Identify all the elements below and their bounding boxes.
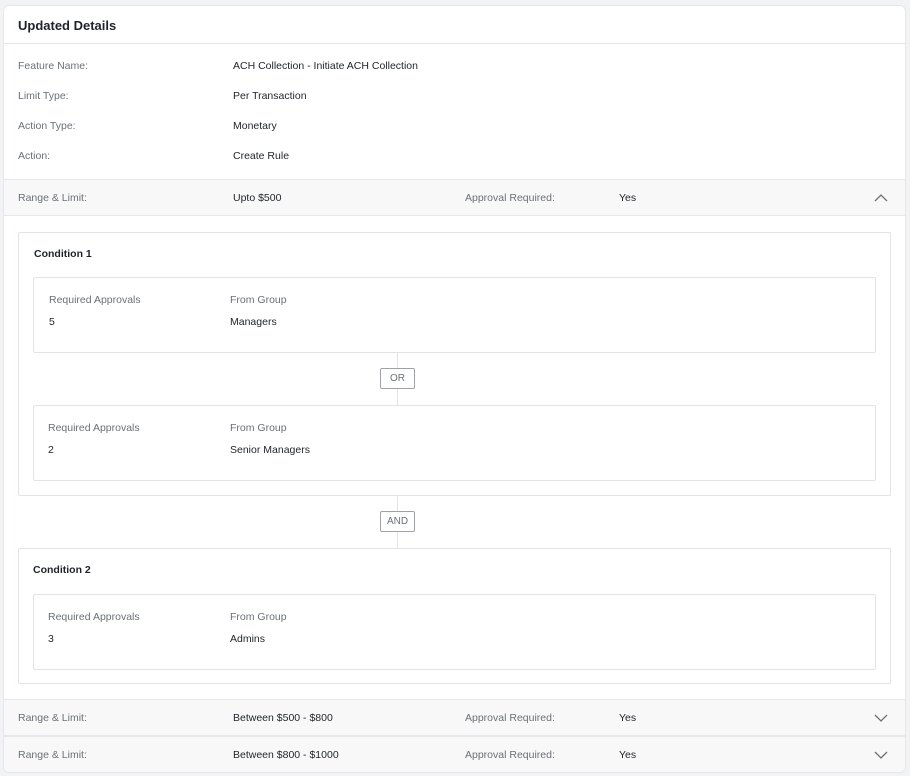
condition-title: Condition 2 [33,564,91,576]
detail-value: Monetary [233,120,277,132]
from-group-label: From Group [230,611,287,623]
required-approvals-value: 2 [48,444,54,456]
card-header: Updated Details [4,6,905,44]
card-title: Updated Details [18,18,117,33]
approval-rule-2: Required Approvals 2 From Group Senior M… [33,405,876,481]
required-approvals-label: Required Approvals [49,294,141,306]
approval-required-label: Approval Required: [465,748,555,761]
range-value: Between $500 - $800 [233,711,333,724]
range-value: Upto $500 [233,191,282,204]
detail-label: Action Type: [18,120,76,132]
detail-label: Action: [18,150,51,162]
range-label: Range & Limit: [18,748,87,761]
detail-value: ACH Collection - Initiate ACH Collection [233,60,418,72]
detail-row-action: Action: Create Rule [18,146,289,166]
required-approvals-label: Required Approvals [48,611,140,623]
range-row-2[interactable]: Range & Limit: Between $500 - $800 Appro… [4,699,905,736]
chevron-up-icon[interactable] [873,191,889,205]
detail-value: Create Rule [233,150,290,162]
range-row-1[interactable]: Range & Limit: Upto $500 Approval Requir… [4,179,905,216]
approval-required-label: Approval Required: [465,711,555,724]
approval-rule-1: Required Approvals 5 From Group Managers [33,277,876,353]
approval-required-value: Yes [619,191,637,204]
approval-required-label: Approval Required: [465,191,555,204]
from-group-label: From Group [230,294,287,306]
from-group-value: Managers [230,316,277,328]
detail-row-feature-name: Feature Name: ACH Collection - Initiate … [18,56,418,76]
and-operator-badge: AND [380,511,415,532]
chevron-down-icon[interactable] [873,748,889,762]
updated-details-card: Updated Details Feature Name: ACH Collec… [3,5,906,773]
approval-required-value: Yes [619,711,637,724]
detail-value: Per Transaction [233,90,307,102]
from-group-value: Senior Managers [230,444,310,456]
range-label: Range & Limit: [18,711,87,724]
required-approvals-value: 5 [49,316,55,328]
detail-row-action-type: Action Type: Monetary [18,116,277,136]
condition-1-box: Condition 1 Required Approvals 5 From Gr… [18,232,891,496]
detail-label: Feature Name: [18,60,89,72]
detail-label: Limit Type: [18,90,69,102]
from-group-label: From Group [230,422,287,434]
approval-rule-3: Required Approvals 3 From Group Admins [33,594,876,670]
range-value: Between $800 - $1000 [233,748,339,761]
chevron-down-icon[interactable] [873,711,889,725]
from-group-value: Admins [230,633,266,645]
condition-title: Condition 1 [34,248,92,260]
detail-row-limit-type: Limit Type: Per Transaction [18,86,307,106]
condition-2-box: Condition 2 Required Approvals 3 From Gr… [18,548,891,684]
range-label: Range & Limit: [18,191,87,204]
or-operator-badge: OR [380,368,415,389]
required-approvals-value: 3 [48,633,54,645]
required-approvals-label: Required Approvals [48,422,140,434]
approval-required-value: Yes [619,748,637,761]
range-row-3[interactable]: Range & Limit: Between $800 - $1000 Appr… [4,736,905,772]
